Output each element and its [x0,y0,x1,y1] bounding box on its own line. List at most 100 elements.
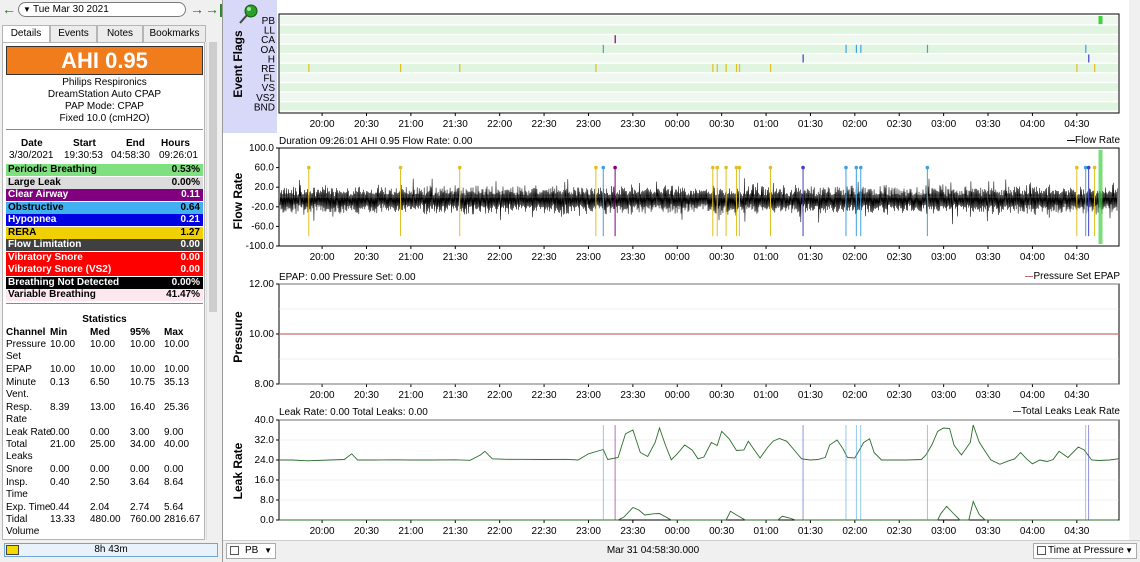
stats-min: 0.13 [50,376,70,388]
time-tick-label: 02:30 [887,252,912,263]
device-model: DreamStation Auto CPAP [47,89,162,100]
tab-bookmarks[interactable]: Bookmarks [143,25,206,42]
cursor-time: Mar 31 04:58:30.000 [606,545,700,556]
previous-day-button[interactable]: ← [2,1,16,17]
tab-details[interactable]: Details [2,25,50,43]
index-label: RERA [8,226,37,238]
next-day-button[interactable]: → [190,1,204,17]
time-tick-label: 00:00 [665,526,690,537]
stats-channel-name: Pressure [6,339,47,350]
index-value: 0.00% [171,176,200,188]
divider [6,303,203,304]
index-value: 0.00% [171,276,200,288]
time-tick-label: 00:00 [665,252,690,263]
leak-rate-line [279,500,1119,521]
time-at-pressure-select[interactable]: Time at Pressure ▼ [1033,543,1137,559]
time-tick-label: 23:30 [620,119,645,130]
stats-header: 95% [130,327,151,338]
time-tick-label: 01:00 [754,526,779,537]
tab-events[interactable]: Events [50,25,97,42]
event-flag-mark [855,44,858,53]
session-end: 04:58:30 [111,150,150,161]
flow-event-marker-dot [457,165,462,170]
tab-bar: Details Events Notes Bookmarks [2,25,206,43]
time-tick-label: 03:00 [931,119,956,130]
time-tick-label: 01:30 [798,119,823,130]
flow-y-tick-label: -60.0 [251,221,274,232]
sleep-progress-bar: 8h 43m [4,543,218,557]
time-tick-label: 23:00 [576,390,601,401]
index-row[interactable]: Vibratory Snore (VS2) 0.00 [6,264,203,276]
index-row[interactable]: Vibratory Snore 0.00 [6,251,203,264]
stats-med: 10.00 [90,364,116,375]
time-tick-label: 00:30 [709,252,734,263]
index-row[interactable]: Large Leak 0.00% [6,176,203,189]
stats-header: Max [164,327,184,338]
flow-event-marker-dot [306,165,311,170]
scrollbar-thumb[interactable] [209,42,217,312]
time-tick-label: 20:00 [310,119,335,130]
time-tick-label: 03:00 [931,390,956,401]
index-row[interactable]: Periodic Breathing 0.53% [6,164,203,176]
event-flag-mark [1076,64,1078,73]
time-tick-label: 04:00 [1020,526,1045,537]
index-label: Obstructive [8,201,64,213]
index-row[interactable]: Clear Airway 0.11 [6,189,203,201]
index-row[interactable]: Variable Breathing 41.47% [6,289,203,301]
flow-event-marker-dot [737,165,742,170]
time-tick-label: 22:00 [487,526,512,537]
leak-y-tick-label: 40.0 [255,415,275,426]
index-row[interactable]: Flow Limitation 0.00 [6,239,203,251]
details-scrollbar[interactable] [206,42,218,540]
stats-med: 0.00 [90,464,110,475]
time-tick-label: 03:30 [976,526,1001,537]
flow-y-tick-label: -100.0 [246,241,275,252]
index-row[interactable]: Obstructive 0.64 [6,201,203,214]
index-label: Breathing Not Detected [8,276,120,288]
checkbox-icon [1037,546,1046,555]
stats-max: 5.64 [164,501,184,513]
stats-max: 0.00 [164,464,184,475]
flow-y-tick-label: 60.0 [255,163,275,174]
index-label: Flow Limitation [8,239,82,250]
flow-event-marker-dot [710,165,715,170]
event-flag-mark [459,64,461,73]
stats-p95: 3.64 [130,476,150,488]
date-selector[interactable]: ▼ Tue Mar 30 2021 [18,2,186,17]
stats-channel-name: Vent. [6,388,29,400]
graph-select[interactable]: PB ▼ [226,543,276,559]
event-flag-mark [1088,54,1090,63]
flow-event-marker-dot [398,165,403,170]
stats-p95: 34.00 [130,439,156,450]
time-tick-label: 00:30 [709,119,734,130]
time-at-pressure-value: Time at Pressure [1048,545,1124,556]
index-row[interactable]: Breathing Not Detected 0.00% [6,276,203,289]
last-day-button[interactable]: →| [205,1,223,17]
index-row[interactable]: RERA 1.27 [6,226,203,239]
status-bar: PB ▼ Mar 31 04:58:30.000 Time at Pressur… [223,540,1140,562]
time-tick-label: 04:30 [1064,526,1089,537]
graph-scrollbar[interactable] [1129,0,1140,540]
event-flag-mark [725,64,727,73]
graph-canvas[interactable]: 20:00 20:30 21:00 21:30 22:00 22:30 23:00 23:30… [223,0,1129,540]
stats-med: 10.00 [90,339,116,350]
time-tick-label: 23:00 [576,526,601,537]
time-tick-label: 22:00 [487,390,512,401]
stats-channel-name: Leaks [6,451,33,462]
left-panel: ← ▼ Tue Mar 30 2021 → →| Details Events … [0,0,223,562]
event-flag-mark [614,35,616,44]
pap-mode: PAP Mode: CPAP [65,101,144,112]
time-tick-label: 21:00 [398,390,423,401]
flow-event-marker-dot [925,165,930,170]
chevron-down-icon: ▼ [264,546,272,555]
time-tick-label: 02:30 [887,119,912,130]
stats-min: 0.44 [50,501,70,513]
session-header-end: End [126,138,145,149]
time-tick-label: 22:30 [532,119,557,130]
tab-notes[interactable]: Notes [97,25,143,42]
index-row[interactable]: Hypopnea 0.21 [6,214,203,226]
stats-med: 2.04 [90,501,110,513]
time-tick-label: 23:00 [576,252,601,263]
flow-event-marker-dot [844,165,848,170]
stats-med: 480.00 [90,514,121,525]
